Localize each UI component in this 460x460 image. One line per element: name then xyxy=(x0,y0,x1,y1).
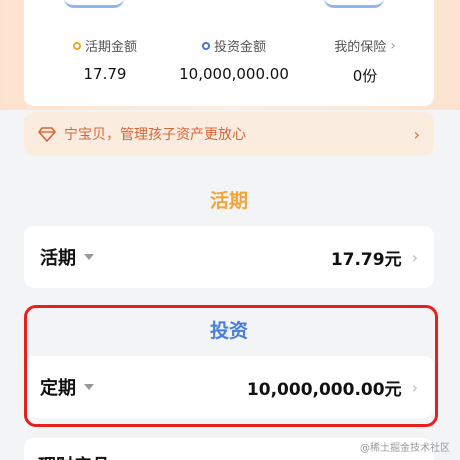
orange-dot-icon xyxy=(72,41,81,50)
summary-card: 活期金额 17.79 投资金额 10,000,000.00 我的保险 › 0份 xyxy=(24,0,434,106)
investment-balance-label: 投资金额 xyxy=(213,40,266,55)
current-row-amount: 17.79元 xyxy=(330,249,402,270)
current-balance-column[interactable]: 活期金额 17.79 xyxy=(50,36,160,83)
caret-down-icon xyxy=(84,254,94,260)
current-section-title: 活期 xyxy=(209,190,248,212)
insurance-label: 我的保险 xyxy=(334,40,387,55)
chevron-right-icon: › xyxy=(390,37,396,54)
top-arc-decoration xyxy=(324,0,384,8)
chevron-right-icon: › xyxy=(411,247,418,267)
insurance-column[interactable]: 我的保险 › 0份 xyxy=(310,36,420,86)
banner-text: 宁宝贝，管理孩子资产更放心 xyxy=(64,127,246,143)
chevron-right-icon: › xyxy=(413,124,420,144)
investment-balance-column[interactable]: 投资金额 10,000,000.00 xyxy=(164,36,304,83)
wealth-products-label: 理财产品 xyxy=(38,452,110,460)
insurance-value: 0份 xyxy=(352,67,378,85)
current-row-name: 活期 xyxy=(40,248,76,269)
diamond-icon xyxy=(38,127,56,142)
kids-asset-banner[interactable]: 宁宝贝，管理孩子资产更放心 › xyxy=(24,112,434,156)
blue-dot-icon xyxy=(201,41,210,50)
current-account-row[interactable]: 活期 17.79元 › xyxy=(24,226,434,288)
current-balance-label: 活期金额 xyxy=(84,40,137,55)
investment-highlight-box xyxy=(24,305,438,427)
investment-balance-value: 10,000,000.00 xyxy=(179,65,289,83)
watermark: @稀土掘金技术社区 xyxy=(360,443,450,454)
top-arc-decoration xyxy=(64,0,124,8)
current-balance-value: 17.79 xyxy=(83,65,127,83)
